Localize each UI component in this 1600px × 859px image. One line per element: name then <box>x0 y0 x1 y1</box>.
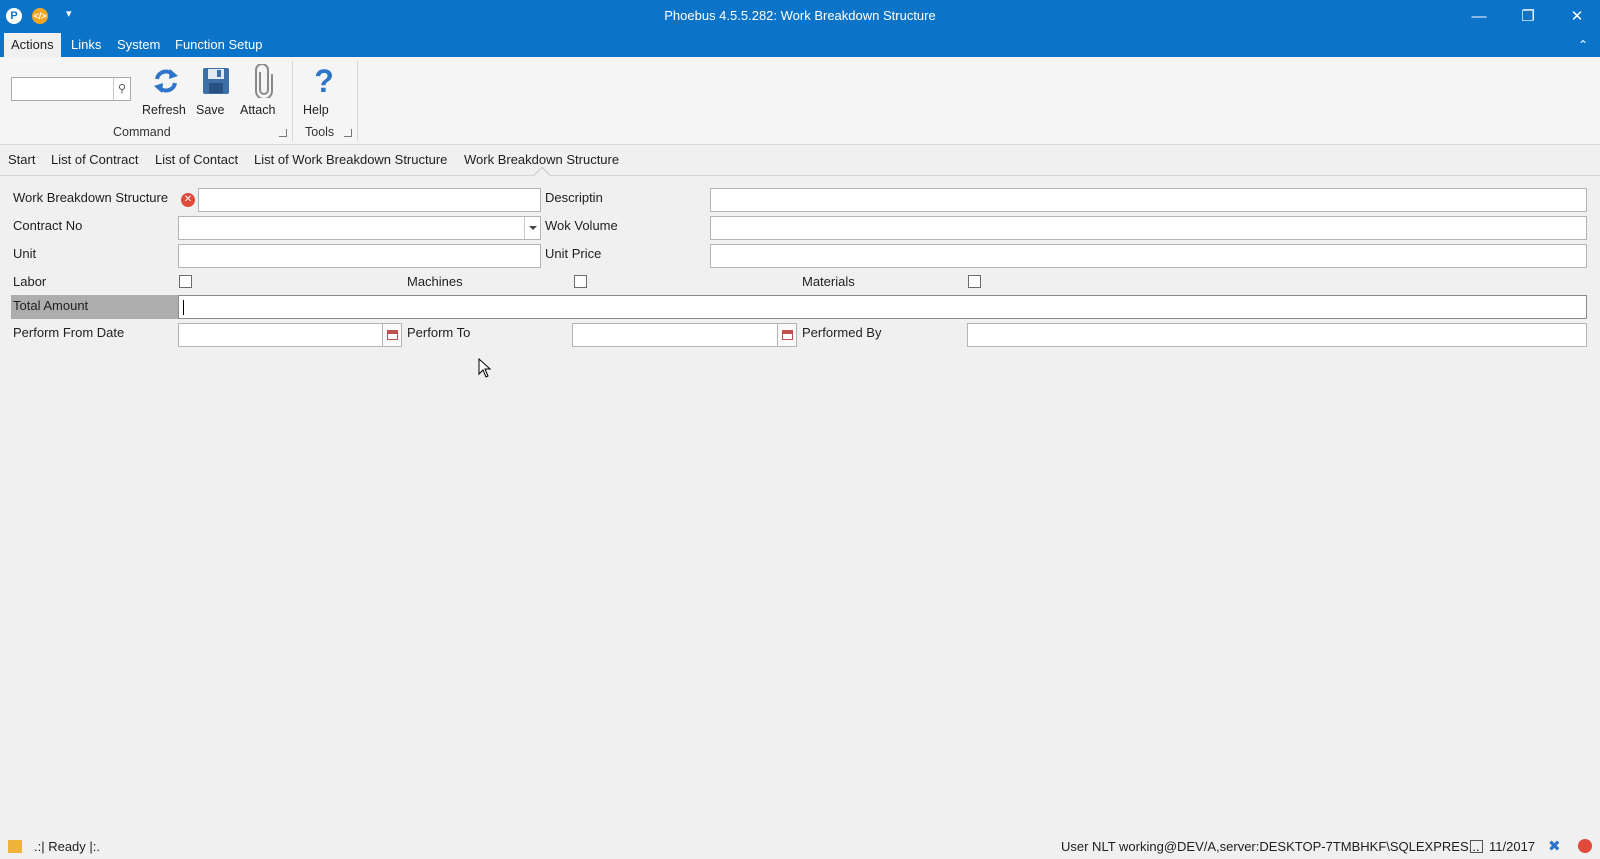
total-amount-label: Total Amount <box>11 295 178 319</box>
nav-list-of-wbs[interactable]: List of Work Breakdown Structure <box>254 152 447 167</box>
nav-list-of-contract[interactable]: List of Contract <box>51 152 138 167</box>
calendar-icon[interactable] <box>777 323 797 347</box>
command-group-launcher-icon[interactable] <box>279 129 287 137</box>
text-cursor <box>183 300 184 316</box>
user-avatar-icon[interactable] <box>1578 839 1592 853</box>
tools-icon[interactable]: ✖ <box>1548 837 1561 855</box>
menu-bar: Actions Links System Function Setup <box>0 33 1600 57</box>
nav-start[interactable]: Start <box>8 152 35 167</box>
work-volume-label: Wok Volume <box>545 218 618 233</box>
error-icon: ✕ <box>181 193 195 207</box>
search-icon[interactable]: ⚲ <box>113 78 130 100</box>
save-icon <box>196 63 236 99</box>
labor-label: Labor <box>13 274 47 289</box>
group-separator <box>292 61 293 141</box>
title-bar: P </> ▾ Phoebus 4.5.5.282: Work Breakdow… <box>0 0 1600 33</box>
menu-system[interactable]: System <box>110 33 167 57</box>
group-separator <box>357 61 358 141</box>
user-info: User NLT working@DEV/A,server:DESKTOP-7T… <box>1061 839 1480 854</box>
machines-checkbox[interactable] <box>574 275 587 288</box>
attach-button[interactable]: Attach <box>240 63 288 117</box>
description-label: Descriptin <box>545 190 603 205</box>
calendar-icon[interactable] <box>382 323 402 347</box>
status-text: .:| Ready |:. <box>34 839 101 854</box>
active-tab-indicator <box>533 166 551 184</box>
wbs-label: Work Breakdown Structure <box>13 190 169 205</box>
performed-by-field[interactable] <box>967 323 1587 347</box>
window-title: Phoebus 4.5.5.282: Work Breakdown Struct… <box>664 8 936 23</box>
command-group-label: Command <box>113 125 171 139</box>
help-button[interactable]: ? Help <box>303 63 345 117</box>
unit-price-field[interactable] <box>710 244 1587 268</box>
contract-no-dropdown[interactable] <box>178 216 541 240</box>
performed-by-label: Performed By <box>802 325 882 340</box>
unit-label: Unit <box>13 246 37 261</box>
work-volume-field[interactable] <box>710 216 1587 240</box>
close-button[interactable]: ✕ <box>1554 0 1600 33</box>
minimize-button[interactable]: — <box>1456 0 1502 33</box>
menu-links[interactable]: Links <box>64 33 108 57</box>
refresh-button[interactable]: Refresh <box>142 63 190 117</box>
unit-price-label: Unit Price <box>545 246 602 261</box>
menu-actions[interactable]: Actions <box>4 33 61 57</box>
tools-group-launcher-icon[interactable] <box>344 129 352 137</box>
materials-label: Materials <box>802 274 855 289</box>
labor-checkbox[interactable] <box>179 275 192 288</box>
search-input[interactable]: ⚲ <box>11 77 131 101</box>
mouse-cursor-icon <box>478 358 492 378</box>
materials-checkbox[interactable] <box>968 275 981 288</box>
wbs-field[interactable] <box>198 188 541 212</box>
perform-from-date-label: Perform From Date <box>13 325 125 340</box>
help-icon: ? <box>314 63 334 99</box>
period[interactable]: 11/2017 <box>1489 839 1535 854</box>
machines-label: Machines <box>407 274 463 289</box>
paperclip-icon <box>240 63 288 99</box>
period-icon <box>1470 840 1483 853</box>
status-bar: .:| Ready |:. User NLT working@DEV/A,ser… <box>0 834 1600 859</box>
save-button[interactable]: Save <box>196 63 236 117</box>
perform-to-field[interactable] <box>572 323 778 347</box>
tools-group-label: Tools <box>305 125 335 139</box>
perform-from-date-field[interactable] <box>178 323 383 347</box>
chevron-down-icon[interactable] <box>524 217 540 239</box>
menu-function-setup[interactable]: Function Setup <box>168 33 269 57</box>
contract-no-label: Contract No <box>13 218 83 233</box>
unit-field[interactable] <box>178 244 541 268</box>
collapse-ribbon-icon[interactable]: ⌃ <box>1578 38 1588 52</box>
breadcrumb: Start List of Contract List of Contact L… <box>0 146 1600 184</box>
nav-wbs[interactable]: Work Breakdown Structure <box>464 152 619 167</box>
perform-to-label: Perform To <box>407 325 471 340</box>
refresh-icon <box>142 63 190 99</box>
ribbon: ⚲ Refresh Save Attach Command ? Help Too… <box>0 57 1600 145</box>
restore-button[interactable]: ❐ <box>1505 0 1551 33</box>
nav-list-of-contact[interactable]: List of Contact <box>155 152 238 167</box>
notes-icon[interactable] <box>8 840 22 853</box>
total-amount-field[interactable] <box>178 295 1587 319</box>
description-field[interactable] <box>710 188 1587 212</box>
